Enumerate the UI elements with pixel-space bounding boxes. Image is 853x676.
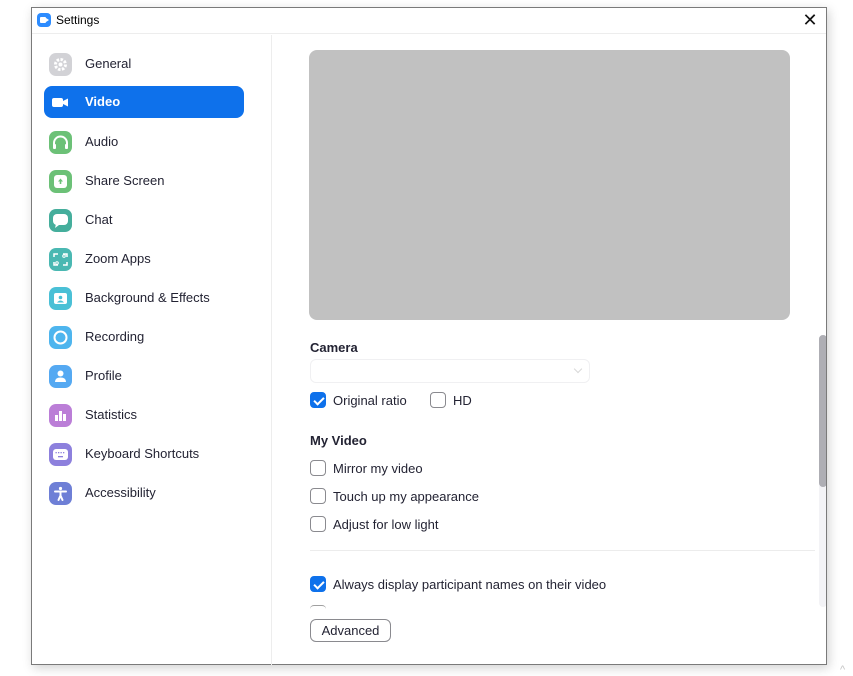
sidebar-item-general[interactable]: General — [44, 48, 244, 80]
sidebar-item-label: Share Screen — [85, 173, 165, 188]
checkbox-label: Always display participant names on thei… — [333, 577, 607, 592]
section-divider — [310, 550, 815, 551]
sidebar-item-label: Statistics — [85, 407, 138, 422]
original-ratio-checkbox[interactable]: Original ratio — [310, 391, 420, 409]
sidebar-item-label: Audio — [85, 134, 119, 149]
window-title: Settings — [56, 13, 100, 27]
sidebar-item-label: Accessibility — [85, 485, 156, 500]
profile-icon — [49, 365, 72, 388]
sidebar-item-keyboard-shortcuts[interactable]: Keyboard Shortcuts — [44, 438, 244, 470]
checkbox-label: Original ratio — [333, 393, 407, 408]
record-icon — [49, 326, 72, 349]
partially-hidden-checkbox[interactable] — [310, 605, 326, 609]
gear-icon — [49, 53, 72, 76]
background-icon — [49, 287, 72, 310]
checkbox-unchecked-icon — [310, 516, 326, 532]
sidebar-item-profile[interactable]: Profile — [44, 360, 244, 392]
checkbox-checked-icon — [310, 576, 326, 592]
checkbox-label: Mirror my video — [333, 461, 423, 476]
checkbox-label: Touch up my appearance — [333, 489, 479, 504]
sidebar-item-video[interactable]: Video — [44, 86, 244, 118]
my-video-heading: My Video — [310, 433, 367, 448]
display-participant-names-checkbox[interactable]: Always display participant names on thei… — [310, 575, 620, 593]
zoom-video-icon — [37, 13, 51, 27]
sidebar-item-statistics[interactable]: Statistics — [44, 399, 244, 431]
checkbox-unchecked-icon — [430, 392, 446, 408]
close-icon[interactable]: ✕ — [801, 11, 819, 29]
mirror-video-checkbox[interactable]: Mirror my video — [310, 459, 440, 477]
sidebar-item-label: Zoom Apps — [85, 251, 151, 266]
sidebar-item-label: Keyboard Shortcuts — [85, 446, 200, 461]
chat-bubble-icon — [49, 209, 72, 232]
video-settings-panel: Camera Original ratio HD My Video Mirror… — [273, 35, 826, 665]
sidebar-item-label: General — [85, 56, 132, 71]
checkbox-unchecked-icon — [310, 488, 326, 504]
sidebar-item-label: Background & Effects — [85, 290, 210, 305]
checkbox-checked-icon — [310, 392, 326, 408]
checkbox-label: Adjust for low light — [333, 517, 439, 532]
hd-checkbox[interactable]: HD — [430, 391, 480, 409]
sidebar-item-accessibility[interactable]: Accessibility — [44, 477, 244, 509]
statistics-icon — [49, 404, 72, 427]
sidebar-item-label: Video — [85, 94, 121, 109]
corner-caret-icon: ^ — [840, 664, 846, 676]
keyboard-icon — [49, 443, 72, 466]
sidebar-item-label: Chat — [85, 212, 113, 227]
adjust-low-light-checkbox[interactable]: Adjust for low light — [310, 515, 460, 533]
headphones-icon — [49, 131, 72, 154]
title-bar: Settings ✕ — [32, 8, 826, 34]
apps-icon — [49, 248, 72, 271]
share-screen-icon — [49, 170, 72, 193]
sidebar-item-label: Profile — [85, 368, 122, 383]
settings-sidebar: General Video Audio Share Screen Chat Zo… — [32, 35, 272, 665]
camera-select[interactable] — [310, 359, 590, 383]
camera-heading: Camera — [310, 340, 358, 355]
sidebar-item-audio[interactable]: Audio — [44, 126, 244, 158]
checkbox-label: HD — [453, 393, 472, 408]
sidebar-item-label: Recording — [85, 329, 145, 344]
sidebar-item-chat[interactable]: Chat — [44, 204, 244, 236]
sidebar-item-zoom-apps[interactable]: Zoom Apps — [44, 243, 244, 275]
accessibility-icon — [49, 482, 72, 505]
sidebar-item-share-screen[interactable]: Share Screen — [44, 165, 244, 197]
advanced-button[interactable]: Advanced — [310, 619, 391, 642]
video-preview — [309, 50, 790, 320]
chevron-down-icon — [573, 364, 583, 374]
touch-up-appearance-checkbox[interactable]: Touch up my appearance — [310, 487, 490, 505]
video-camera-icon — [49, 91, 72, 114]
sidebar-item-background-effects[interactable]: Background & Effects — [44, 282, 244, 314]
settings-window: Settings ✕ General Video Audio Share Scr… — [31, 7, 827, 665]
sidebar-item-recording[interactable]: Recording — [44, 321, 244, 353]
checkbox-unchecked-icon — [310, 460, 326, 476]
scrollbar-thumb[interactable] — [819, 335, 826, 487]
